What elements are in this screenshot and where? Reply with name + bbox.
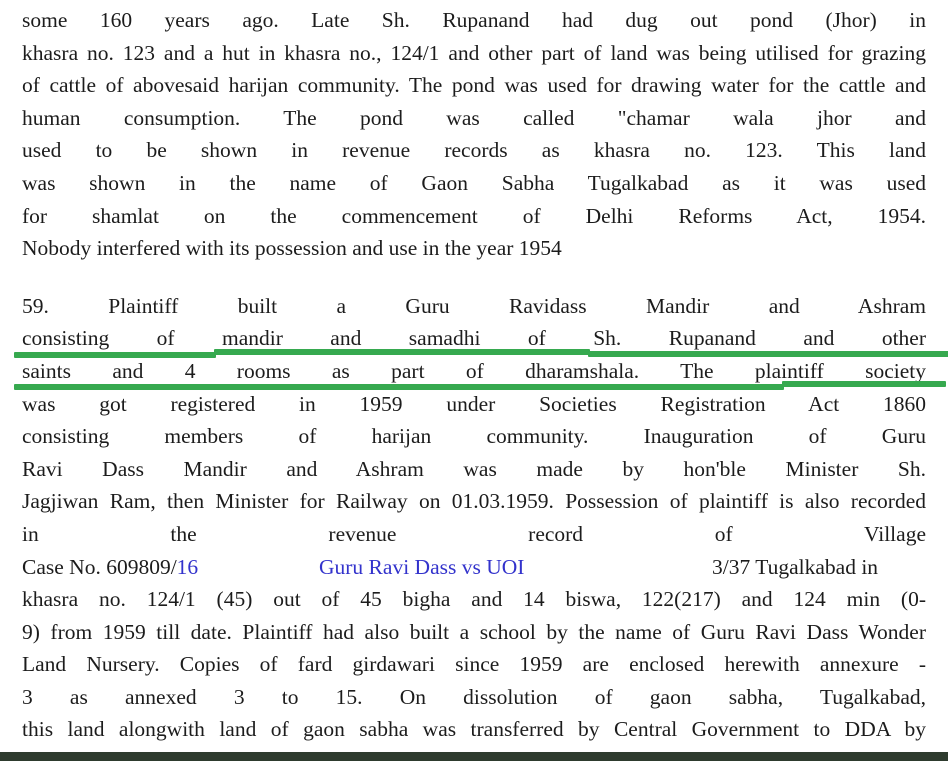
underline-stroke-1b (214, 349, 590, 355)
case-number-year: 16 (176, 554, 199, 579)
case-title-link[interactable]: Guru Ravi Dass vs UOI (319, 551, 524, 584)
paragraph-58-continued-line-2: khasra no. 123 and a hut in khasra no., … (22, 40, 926, 65)
paragraph-59-line-6: Ravi Dass Mandir and Ashram was made by … (22, 456, 926, 481)
case-reference-line: Case No. 609809/16 Guru Ravi Dass vs UOI… (22, 551, 926, 584)
underline-stroke-1a (14, 352, 216, 358)
scanned-document-page: khasra no. 123 (Jhor) was dug out some 1… (0, 0, 948, 761)
paragraph-59-line-4: was got registered in 1959 under Societi… (22, 391, 926, 416)
underline-stroke-1c (588, 351, 948, 357)
case-line-trailing-text: 3/37 Tugalkabad in (712, 554, 879, 579)
paragraph-59-continued-line-4: 3 as annexed 3 to 15. On dissolution of … (22, 684, 926, 709)
paragraph-59-continued-line-2: 9) from 1959 till date. Plaintiff had al… (22, 619, 926, 644)
paragraph-58-continued-line-8: Nobody interfered with its possession an… (22, 236, 562, 261)
paragraph-58-continued-line-6: was shown in the name of Gaon Sabha Tuga… (22, 170, 926, 195)
paragraph-59-line-7: Jagjiwan Ram, then Minister for Railway … (22, 489, 926, 514)
paragraph-59-line-1: 59. Plaintiff built a Guru Ravidass Mand… (22, 293, 926, 318)
paragraph-58-continued-line-3: of cattle of abovesaid harijan community… (22, 73, 926, 98)
paragraph-58-continued-line-7: for shamlat on the commencement of Delhi… (22, 203, 926, 228)
underline-stroke-2a (14, 384, 784, 390)
paragraph-59-line-5: consisting members of harijan community.… (22, 424, 926, 449)
paragraph-58-continued-line-4: human consumption. The pond was called "… (22, 105, 926, 130)
paragraph-58-continued-line-5: used to be shown in revenue records as k… (22, 138, 926, 163)
case-number-prefix: Case No. 609809/ (22, 554, 177, 579)
paragraph-59-continued-line-5: this land alongwith land of gaon sabha w… (22, 717, 926, 742)
bottom-edge-band (0, 752, 948, 761)
paragraph-59-continued-line-1: khasra no. 124/1 (45) out of 45 bigha an… (22, 587, 926, 612)
case-number: Case No. 609809/16 (22, 551, 198, 584)
paragraph-58-continued-line-1: some 160 years ago. Late Sh. Rupanand ha… (22, 8, 926, 32)
underline-stroke-2b (782, 381, 946, 387)
paragraph-59-continued-line-3: Land Nursery. Copies of fard girdawari s… (22, 652, 926, 677)
paragraph-59-line-8: in the revenue record of Village (22, 521, 926, 546)
